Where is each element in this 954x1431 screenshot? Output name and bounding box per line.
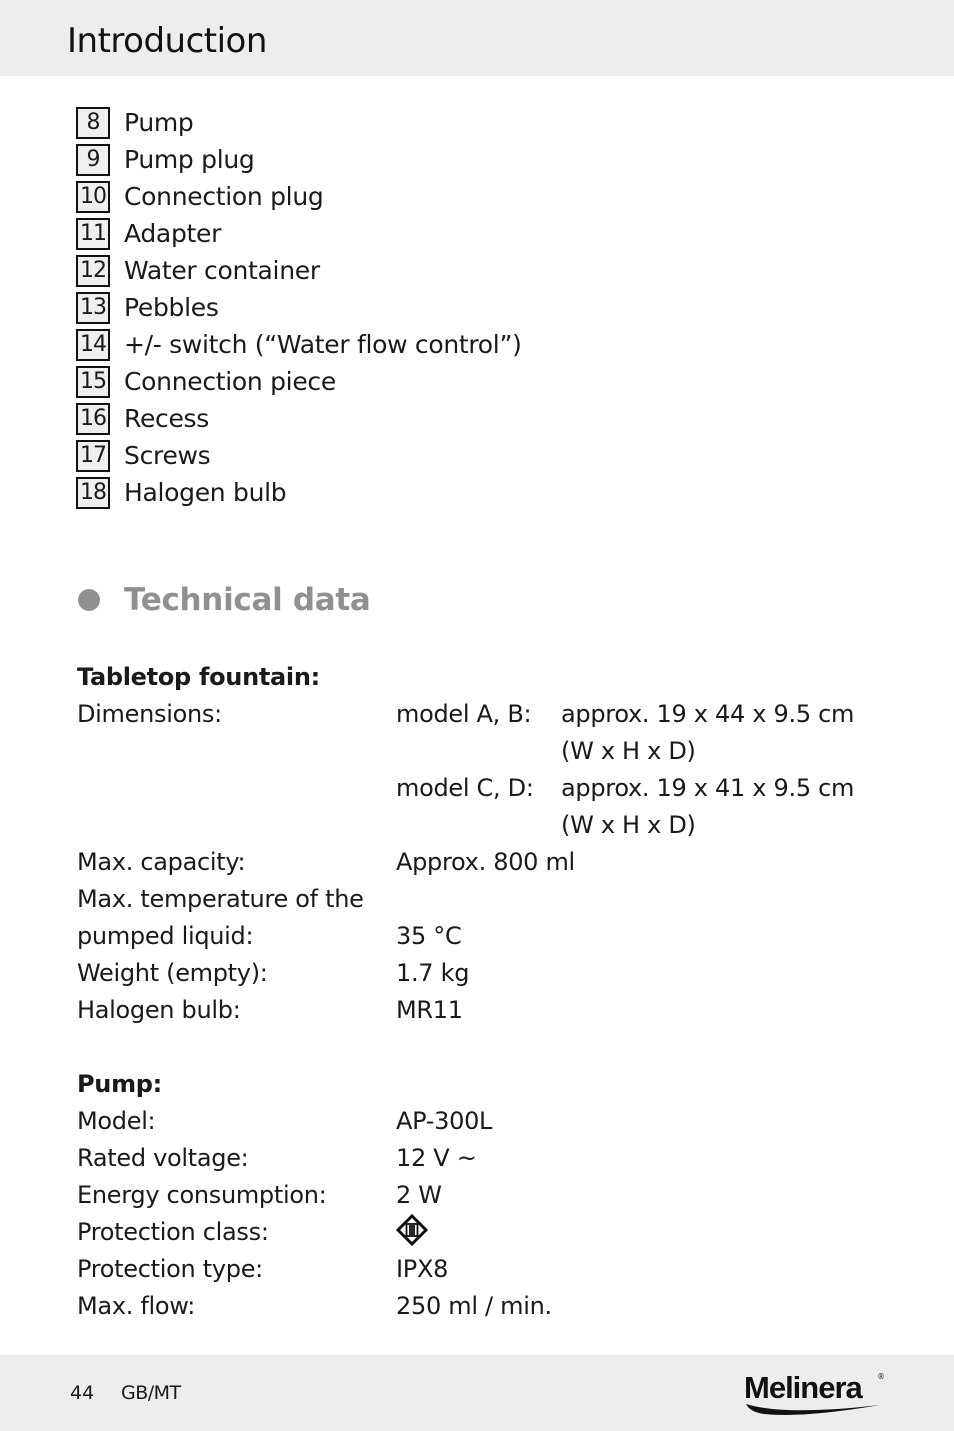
part-label: Water container [124, 256, 320, 285]
spec-row: Model: AP-300L [77, 1103, 552, 1140]
part-label: Pebbles [124, 293, 219, 322]
list-item: 9 Pump plug [76, 141, 522, 178]
part-label: Connection plug [124, 182, 324, 211]
spec-model: model C, D: [396, 774, 534, 802]
page-header: Introduction [0, 0, 954, 76]
spec-row: Max. capacity: Approx. 800 ml [77, 844, 854, 881]
part-label: Pump plug [124, 145, 255, 174]
section-heading: Technical data [78, 582, 371, 618]
spec-row: Protection class: [77, 1213, 552, 1251]
list-item: 17 Screws [76, 437, 522, 474]
part-label: Recess [124, 404, 210, 433]
spec-key: Weight (empty): [77, 959, 268, 987]
brand-name: Melinera [744, 1370, 863, 1405]
spec-value: approx. 19 x 41 x 9.5 cm [561, 774, 855, 802]
part-label: Screws [124, 441, 211, 470]
spec-model: model A, B: [396, 700, 532, 728]
brand-logo: Melinera ® [744, 1370, 885, 1416]
list-item: 14 +/- switch (“Water flow control”) [76, 326, 522, 363]
part-label: +/- switch (“Water flow control”) [124, 330, 522, 359]
part-number: 16 [76, 402, 110, 435]
spec-row: Max. temperature of the [77, 881, 854, 918]
list-item: 18 Halogen bulb [76, 474, 522, 511]
spec-key: Dimensions: [77, 700, 222, 728]
spec-row: Halogen bulb: MR11 [77, 992, 854, 1029]
spec-value: 2 W [396, 1181, 442, 1209]
list-item: 12 Water container [76, 252, 522, 289]
part-label: Connection piece [124, 367, 336, 396]
list-item: 10 Connection plug [76, 178, 522, 215]
spec-unit: (W x H x D) [561, 737, 696, 765]
spec-value: 35 °C [396, 922, 462, 950]
spec-value: 1.7 kg [396, 959, 470, 987]
list-item: 15 Connection piece [76, 363, 522, 400]
spec-key: Max. temperature of the [77, 885, 364, 913]
spec-value: approx. 19 x 44 x 9.5 cm [561, 700, 855, 728]
spec-row: Rated voltage: 12 V ~ [77, 1140, 552, 1177]
spec-value: Approx. 800 ml [396, 848, 575, 876]
bullet-icon [78, 589, 100, 611]
spec-key: Model: [77, 1107, 156, 1135]
spec-row: Max. flow: 250 ml / min. [77, 1288, 552, 1325]
spec-unit: (W x H x D) [561, 811, 696, 839]
page-title: Introduction [67, 21, 267, 61]
spec-row: Energy consumption: 2 W [77, 1177, 552, 1214]
part-label: Pump [124, 108, 194, 137]
part-number: 8 [76, 106, 110, 139]
registered-mark: ® [877, 1372, 885, 1381]
spec-key: Energy consumption: [77, 1181, 327, 1209]
list-item: 11 Adapter [76, 215, 522, 252]
part-number: 9 [76, 143, 110, 176]
part-label: Adapter [124, 219, 222, 248]
spec-key: Halogen bulb: [77, 996, 241, 1024]
spec-row: Weight (empty): 1.7 kg [77, 955, 854, 992]
page-number: 44 [70, 1382, 95, 1404]
part-number: 17 [76, 439, 110, 472]
part-number: 11 [76, 217, 110, 250]
list-item: 8 Pump [76, 104, 522, 141]
fountain-heading: Tabletop fountain: [77, 663, 320, 691]
swoosh-icon [746, 1404, 880, 1415]
protection-class-iii-icon [395, 1213, 429, 1251]
spec-key: pumped liquid: [77, 922, 254, 950]
spec-value: 12 V ~ [396, 1144, 477, 1172]
list-item: 13 Pebbles [76, 289, 522, 326]
list-item: 16 Recess [76, 400, 522, 437]
part-number: 14 [76, 328, 110, 361]
pump-specs: Pump: Model: AP-300L Rated voltage: 12 V ~… [77, 1066, 552, 1325]
spec-key: Max. flow: [77, 1292, 196, 1320]
part-label: Halogen bulb [124, 478, 287, 507]
spec-row: Dimensions: model A, B: approx. 19 x 44 … [77, 696, 854, 733]
part-number: 18 [76, 476, 110, 509]
part-number: 15 [76, 365, 110, 398]
spec-row: (W x H x D) [77, 807, 854, 844]
region-code: GB/MT [121, 1382, 181, 1404]
section-title: Technical data [124, 582, 371, 618]
spec-key: Protection type: [77, 1255, 263, 1283]
fountain-specs: Tabletop fountain: Dimensions: model A, … [77, 659, 854, 1029]
spec-row: (W x H x D) [77, 733, 854, 770]
spec-row: model C, D: approx. 19 x 41 x 9.5 cm [77, 770, 854, 807]
spec-value: MR11 [396, 996, 463, 1024]
spec-value: AP-300L [396, 1107, 493, 1135]
spec-key: Rated voltage: [77, 1144, 249, 1172]
parts-list: 8 Pump 9 Pump plug 10 Connection plug 11 Ada… [76, 104, 522, 511]
spec-value: IPX8 [396, 1255, 449, 1283]
page-footer: 44 GB/MT Melinera ® [0, 1355, 954, 1431]
spec-key: Protection class: [77, 1218, 269, 1246]
part-number: 12 [76, 254, 110, 287]
part-number: 13 [76, 291, 110, 324]
spec-row: Protection type: IPX8 [77, 1251, 552, 1288]
spec-key: Max. capacity: [77, 848, 246, 876]
spec-row: pumped liquid: 35 °C [77, 918, 854, 955]
spec-value: 250 ml / min. [396, 1292, 552, 1320]
part-number: 10 [76, 180, 110, 213]
pump-heading: Pump: [77, 1070, 162, 1098]
